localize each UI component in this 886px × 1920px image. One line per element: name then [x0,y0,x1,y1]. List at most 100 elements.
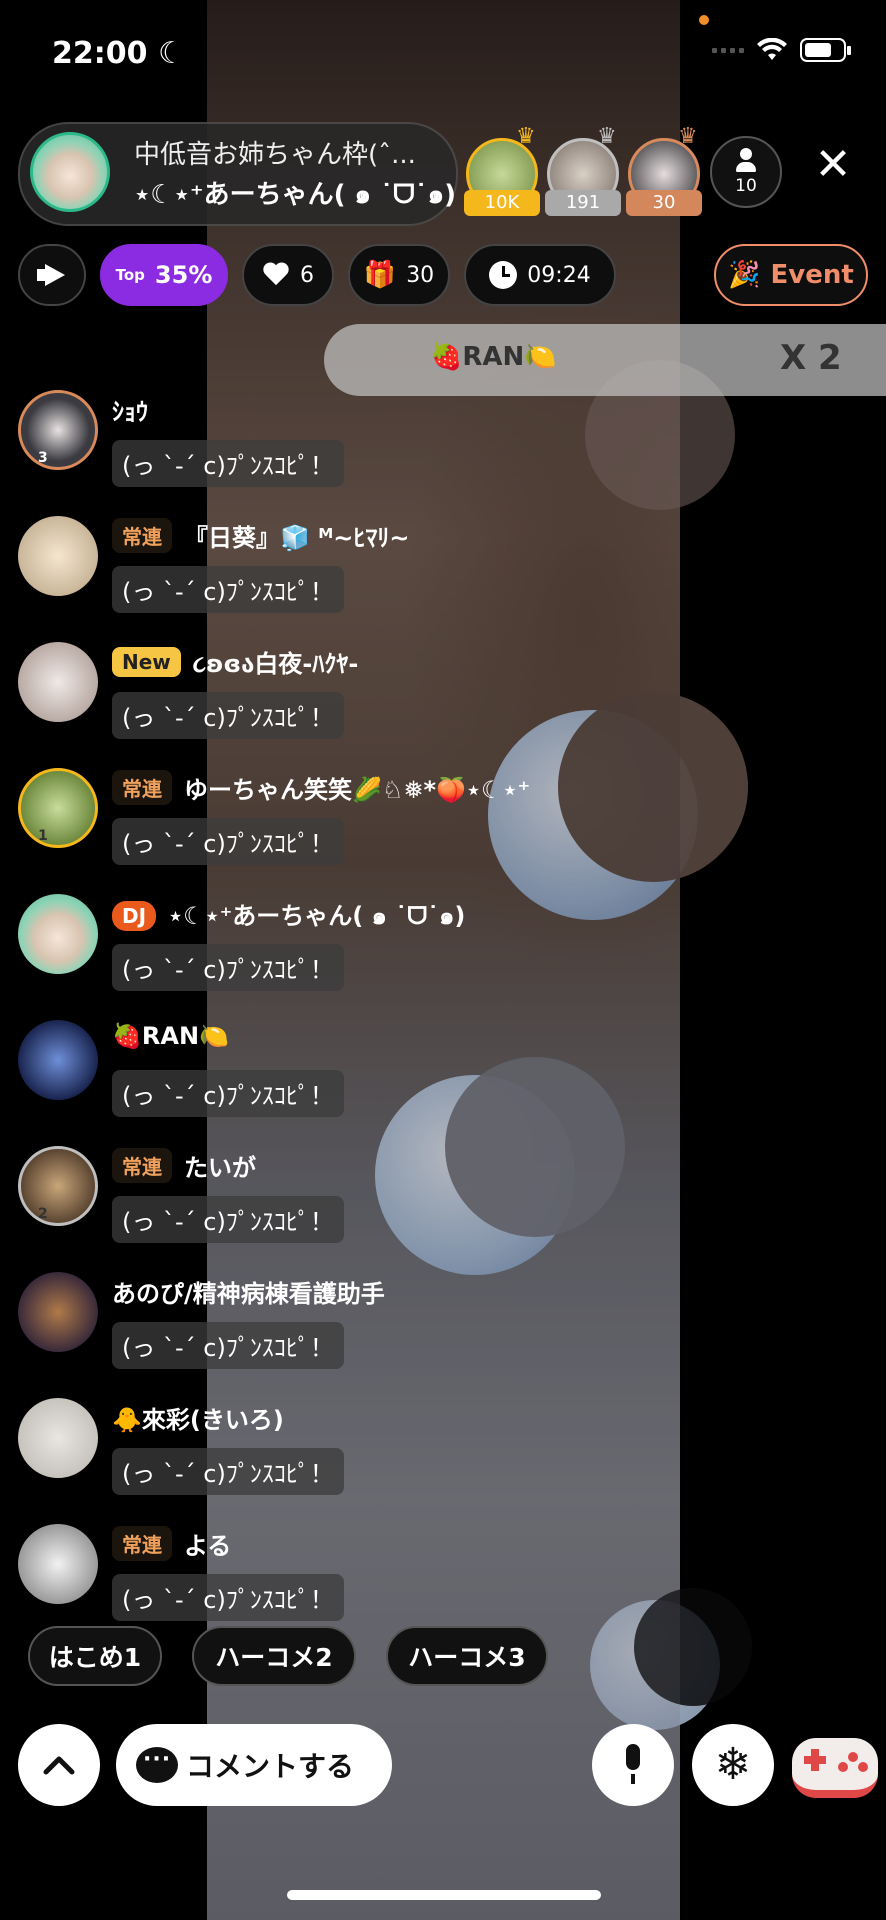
megaphone-icon [37,264,67,286]
expand-button[interactable] [18,1724,100,1806]
comment-text: (っ `-´ c)ﾌﾟﾝｽｺﾋﾟ！ [112,1448,344,1495]
commenter-name: ｼｮｳ [112,398,148,426]
gift-icon: 🎁 [363,260,397,290]
quick-reply-button[interactable]: はこめ1 [28,1626,162,1686]
comment-item[interactable]: あのぴ/精神病棟看護助手 (っ `-´ c)ﾌﾟﾝｽｺﾋﾟ！ [18,1272,618,1392]
likes-count: 6 [300,262,314,288]
close-button[interactable]: ✕ [808,140,858,190]
home-indicator[interactable] [287,1890,601,1900]
avatar[interactable] [18,1272,98,1352]
battery-icon [800,38,851,62]
host-avatar[interactable] [30,132,110,212]
status-time: 22:00 ☾ [52,36,185,71]
comment-text: (っ `-´ c)ﾌﾟﾝｽｺﾋﾟ！ [112,944,344,991]
comment-text: (っ `-´ c)ﾌﾟﾝｽｺﾋﾟ！ [112,1574,344,1621]
gift-multiplier: X 2 [780,338,842,378]
heart-icon [262,263,290,287]
avatar[interactable] [18,516,98,596]
comment-text: (っ `-´ c)ﾌﾟﾝｽｺﾋﾟ！ [112,818,344,865]
avatar[interactable] [18,1524,98,1604]
gift-sender: 🍓RAN🍋 [430,342,557,372]
status-icons [712,38,851,62]
avatar[interactable] [18,1398,98,1478]
clock-text: 22:00 [52,36,148,71]
event-label: Event [770,260,854,290]
rank-badge: 3 [38,450,48,466]
commenter-name: 🍓RAN🍋 [112,1022,229,1050]
comment-text: (っ `-´ c)ﾌﾟﾝｽｺﾋﾟ！ [112,1322,344,1369]
gifts-chip[interactable]: 🎁 30 [348,244,450,306]
commenter-name: ⋆☾⋆⁺あーちゃん( ๑ ˙ᗜ˙๑) [168,902,466,930]
comment-button[interactable]: コメントする [116,1724,392,1806]
comment-item[interactable]: 常連 『日葵』🧊 ᴹ~ﾋﾏﾘ~ (っ `-´ c)ﾌﾟﾝｽｺﾋﾟ！ [18,516,618,636]
gifts-count: 30 [406,262,435,288]
stream-title: 中低音お姉ちゃん枠(ˆ... [134,140,416,170]
event-button[interactable]: 🎉 Event [714,244,868,306]
viewer-count: 10 [735,176,757,196]
chat-bubble-icon [136,1747,178,1783]
comment-text: (っ `-´ c)ﾌﾟﾝｽｺﾋﾟ！ [112,1196,344,1243]
quick-reply-button[interactable]: ハーコメ2 [192,1626,356,1686]
timer-chip[interactable]: 09:24 [464,244,616,306]
crown-icon: ♛ [678,124,698,149]
microphone-button[interactable] [592,1724,674,1806]
person-icon [736,148,756,174]
comment-button-label: コメントする [186,1750,355,1783]
gamepad-button-dot [848,1752,858,1762]
comment-item[interactable]: New ૮ʚɞა白夜-ﾊｸﾔ- (っ `-´ c)ﾌﾟﾝｽｺﾋﾟ！ [18,642,618,762]
rank-badge: 2 [38,1206,48,1222]
commenter-name: 🐥來彩(きいろ) [112,1406,284,1434]
avatar[interactable] [18,1146,98,1226]
top-percent: 35% [154,261,213,289]
ranking-chip[interactable]: Top 35% [100,244,228,306]
clock-icon [489,261,518,289]
comment-item[interactable]: DJ ⋆☾⋆⁺あーちゃん( ๑ ˙ᗜ˙๑) (っ `-´ c)ﾌﾟﾝｽｺﾋﾟ！ [18,894,618,1014]
commenter-name: たいが [184,1154,256,1182]
rank-badge: 1 [38,828,48,844]
comment-item[interactable]: 🐥來彩(きいろ) (っ `-´ c)ﾌﾟﾝｽｺﾋﾟ！ [18,1398,618,1518]
snowflake-button[interactable]: ❄ [692,1724,774,1806]
top-viewer-score: 10K [464,190,540,216]
signal-icon [712,47,744,53]
commenter-name: 『日葵』🧊 ᴹ~ﾋﾏﾘ~ [184,524,410,552]
dj-badge: DJ [112,900,157,931]
comment-text: (っ `-´ c)ﾌﾟﾝｽｺﾋﾟ！ [112,440,344,487]
avatar[interactable] [18,642,98,722]
game-controller-button[interactable] [792,1738,878,1798]
top-viewer-score: 191 [545,190,621,216]
host-profile-pill[interactable]: 中低音お姉ちゃん枠(ˆ... ⋆☾⋆⁺あーちゃん( ๑ ˙ᗜ˙๑) [18,122,458,226]
top-viewer-score: 30 [626,190,702,216]
viewer-count-button[interactable]: 10 [710,136,782,208]
host-name: ⋆☾⋆⁺あーちゃん( ๑ ˙ᗜ˙๑) [134,180,457,210]
comment-text: (っ `-´ c)ﾌﾟﾝｽｺﾋﾟ！ [112,566,344,613]
avatar[interactable] [18,894,98,974]
snowflake-icon: ❄ [714,1739,752,1790]
comment-item[interactable]: 🍓RAN🍋 (っ `-´ c)ﾌﾟﾝｽｺﾋﾟ！ [18,1020,618,1140]
avatar[interactable] [18,390,98,470]
regular-badge: 常連 [112,1526,172,1561]
wifi-icon [757,38,787,60]
top-viewer-2[interactable]: ♛ 191 [545,124,621,216]
comment-item[interactable]: 3 ｼｮｳ (っ `-´ c)ﾌﾟﾝｽｺﾋﾟ！ [18,390,618,510]
regular-badge: 常連 [112,770,172,805]
crown-icon: ♛ [597,124,617,149]
crown-icon: ♛ [516,124,536,149]
quick-reply-button[interactable]: ハーコメ3 [386,1626,548,1686]
commenter-name: よる [184,1532,232,1560]
gift-notification-banner: 🍓RAN🍋 X 2 [324,324,886,396]
microphone-icon [620,1744,646,1786]
comment-text: (っ `-´ c)ﾌﾟﾝｽｺﾋﾟ！ [112,1070,344,1117]
comment-item[interactable]: 2 常連 たいが (っ `-´ c)ﾌﾟﾝｽｺﾋﾟ！ [18,1146,618,1266]
commenter-name: ゆーちゃん笑笑🌽♘❅*🍑⋆☾⋆⁺ [184,776,531,804]
top-label: Top [115,266,145,284]
top-viewer-1[interactable]: ♛ 10K [464,124,540,216]
avatar[interactable] [18,768,98,848]
likes-chip[interactable]: 6 [242,244,334,306]
announcement-button[interactable] [18,244,86,306]
timer-value: 09:24 [527,262,591,288]
gamepad-button-dot [838,1762,848,1772]
comment-item[interactable]: 1 常連 ゆーちゃん笑笑🌽♘❅*🍑⋆☾⋆⁺ (っ `-´ c)ﾌﾟﾝｽｺﾋﾟ！ [18,768,618,888]
avatar[interactable] [18,1020,98,1100]
top-viewer-3[interactable]: ♛ 30 [626,124,702,216]
new-badge: New [112,646,181,677]
